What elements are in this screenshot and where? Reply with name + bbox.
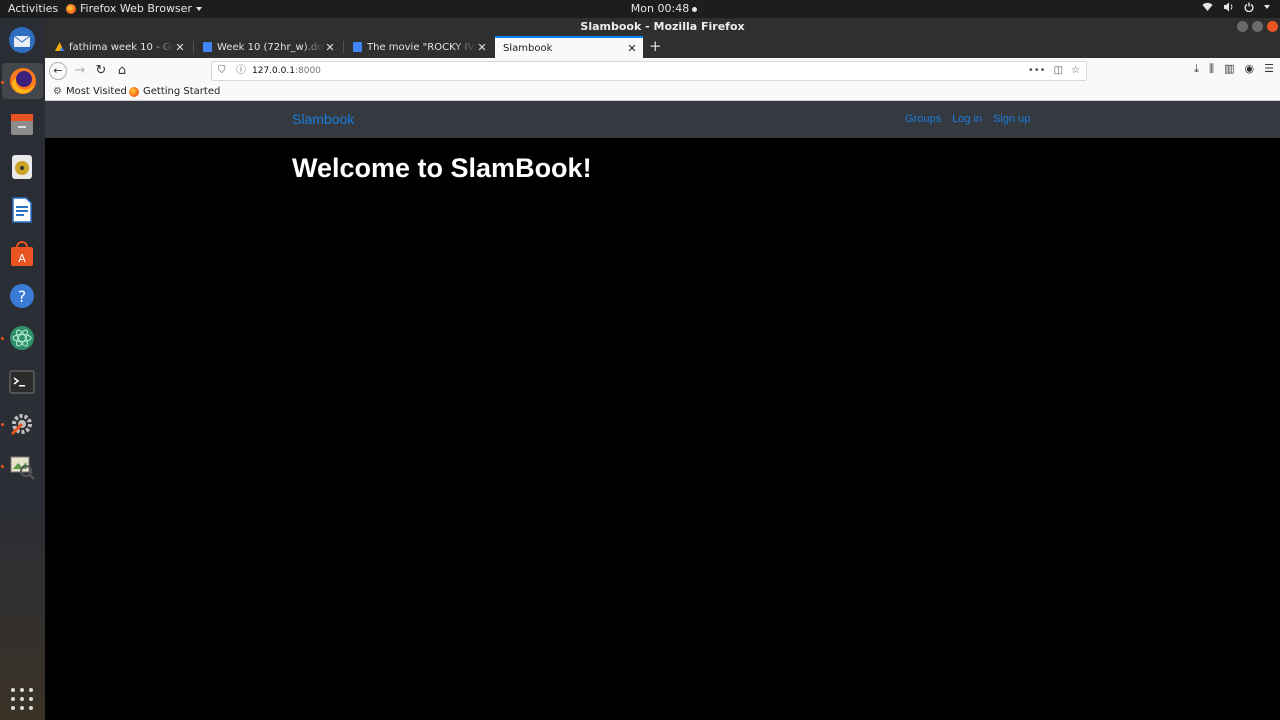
pocket-icon[interactable]: ◫ [1054, 62, 1063, 80]
rhythmbox-icon[interactable] [6, 151, 38, 183]
new-tab-button[interactable]: + [649, 37, 662, 55]
tab-google-drive[interactable]: fathima week 10 - Google Drive ✕ [47, 36, 191, 58]
back-button[interactable]: ← [49, 62, 67, 80]
window-title: Slambook - Mozilla Firefox [580, 20, 745, 33]
library-icon[interactable]: ⫼ [1209, 62, 1214, 76]
power-icon [1244, 2, 1254, 12]
tab-rocky-doc[interactable]: The movie "ROCKY IV - Google Docs ✕ [345, 36, 493, 58]
help-icon[interactable]: ? [6, 280, 38, 312]
software-icon[interactable]: A [6, 238, 38, 270]
tab-title: Slambook [503, 42, 553, 54]
downloads-icon[interactable]: ⤓ [1194, 62, 1199, 76]
system-tray[interactable] [1202, 2, 1270, 12]
tab-week10-doc[interactable]: Week 10 (72hr_w).docx - Google Docs ✕ [195, 36, 341, 58]
docs-icon [353, 42, 362, 52]
tab-title: fathima week 10 - Google Drive [69, 41, 174, 53]
firefox-window: Slambook - Mozilla Firefox fathima week … [45, 18, 1280, 720]
url-host: 127.0.0.1 [252, 66, 295, 76]
page-content: Slambook Groups Log in Sign up Welcome t… [45, 101, 1280, 720]
svg-text:?: ? [18, 287, 27, 306]
menu-icon[interactable]: ☰ [1264, 62, 1274, 76]
minimize-button[interactable] [1237, 21, 1248, 32]
running-indicator-icon [1, 337, 4, 340]
site-nav-links: Groups Log in Sign up [905, 113, 1030, 125]
gear-icon: ⚙ [53, 86, 62, 97]
window-titlebar[interactable]: Slambook - Mozilla Firefox [45, 18, 1280, 36]
url-actions: ••• ◫ ☆ [1028, 62, 1080, 80]
nav-groups-link[interactable]: Groups [905, 113, 941, 125]
forward-button[interactable]: → [71, 62, 89, 80]
page-heading: Welcome to SlamBook! [292, 153, 592, 183]
tab-title: Week 10 (72hr_w).docx - Google Docs [217, 41, 324, 53]
tab-separator [343, 41, 344, 53]
tab-slambook[interactable]: Slambook ✕ [495, 36, 643, 58]
settings-icon[interactable] [6, 408, 38, 440]
bookmark-most-visited[interactable]: ⚙ Most Visited [53, 86, 127, 97]
show-applications-icon[interactable] [11, 688, 33, 710]
image-viewer-icon[interactable] [6, 450, 38, 482]
account-icon[interactable]: ◉ [1245, 62, 1255, 76]
atom-icon[interactable] [6, 322, 38, 354]
notification-dot-icon [692, 6, 698, 12]
site-info-icon[interactable]: ⓘ [236, 62, 246, 80]
page-actions-icon[interactable]: ••• [1028, 62, 1046, 80]
nav-signup-link[interactable]: Sign up [993, 113, 1030, 125]
chevron-down-icon [1264, 5, 1270, 9]
maximize-button[interactable] [1252, 21, 1263, 32]
site-navbar: Slambook Groups Log in Sign up [45, 101, 1280, 138]
bookmarks-toolbar: ⚙ Most Visited Getting Started [45, 84, 1280, 101]
tab-title: The movie "ROCKY IV - Google Docs [367, 41, 476, 53]
close-icon[interactable]: ✕ [324, 41, 336, 54]
url-port: :8000 [294, 66, 321, 76]
running-indicator-icon [1, 81, 4, 84]
docs-icon [203, 42, 212, 52]
url-bar[interactable]: ⛉ ⓘ 127.0.0.1:8000 ••• ◫ ☆ [211, 61, 1087, 81]
firefox-icon [129, 86, 139, 97]
brand-link[interactable]: Slambook [292, 111, 354, 127]
close-window-button[interactable] [1267, 21, 1278, 32]
home-button[interactable]: ⌂ [113, 62, 131, 80]
volume-icon [1224, 2, 1233, 12]
terminal-icon[interactable] [6, 366, 38, 398]
close-icon[interactable]: ✕ [626, 42, 638, 55]
bookmark-label: Most Visited [65, 86, 127, 97]
navigation-toolbar: ← → ↻ ⌂ ⛉ ⓘ 127.0.0.1:8000 ••• ◫ ☆ ⤓ ⫼ ▥… [45, 58, 1280, 84]
bookmark-label: Getting Started [143, 86, 221, 97]
thunderbird-icon[interactable] [6, 24, 38, 56]
writer-icon[interactable] [6, 194, 38, 226]
drive-icon [55, 42, 64, 51]
running-indicator-icon [1, 423, 4, 426]
bookmark-getting-started[interactable]: Getting Started [129, 86, 220, 97]
dock: A ? [0, 18, 45, 720]
sidebar-icon[interactable]: ▥ [1224, 62, 1234, 76]
nav-login-link[interactable]: Log in [952, 113, 982, 125]
tracking-shield-icon[interactable]: ⛉ [218, 62, 226, 80]
reload-button[interactable]: ↻ [92, 62, 110, 80]
close-icon[interactable]: ✕ [174, 41, 186, 54]
window-controls [1237, 21, 1278, 32]
system-top-bar: Activities Firefox Web Browser Mon 00:48 [0, 0, 1280, 18]
wifi-icon [1202, 2, 1213, 11]
svg-text:A: A [18, 252, 26, 265]
tab-bar: fathima week 10 - Google Drive ✕ Week 10… [45, 36, 1280, 58]
running-indicator-icon [1, 465, 4, 468]
url-text[interactable]: 127.0.0.1:8000 [252, 62, 321, 80]
clock[interactable]: Mon 00:48 [0, 2, 1280, 15]
toolbar-buttons: ⤓ ⫼ ▥ ◉ ☰ [1194, 62, 1274, 76]
files-icon[interactable] [6, 108, 38, 140]
tab-separator [193, 41, 194, 53]
close-icon[interactable]: ✕ [476, 41, 488, 54]
firefox-icon[interactable] [2, 63, 43, 99]
clock-label: Mon 00:48 [630, 2, 690, 15]
bookmark-star-icon[interactable]: ☆ [1071, 62, 1080, 80]
